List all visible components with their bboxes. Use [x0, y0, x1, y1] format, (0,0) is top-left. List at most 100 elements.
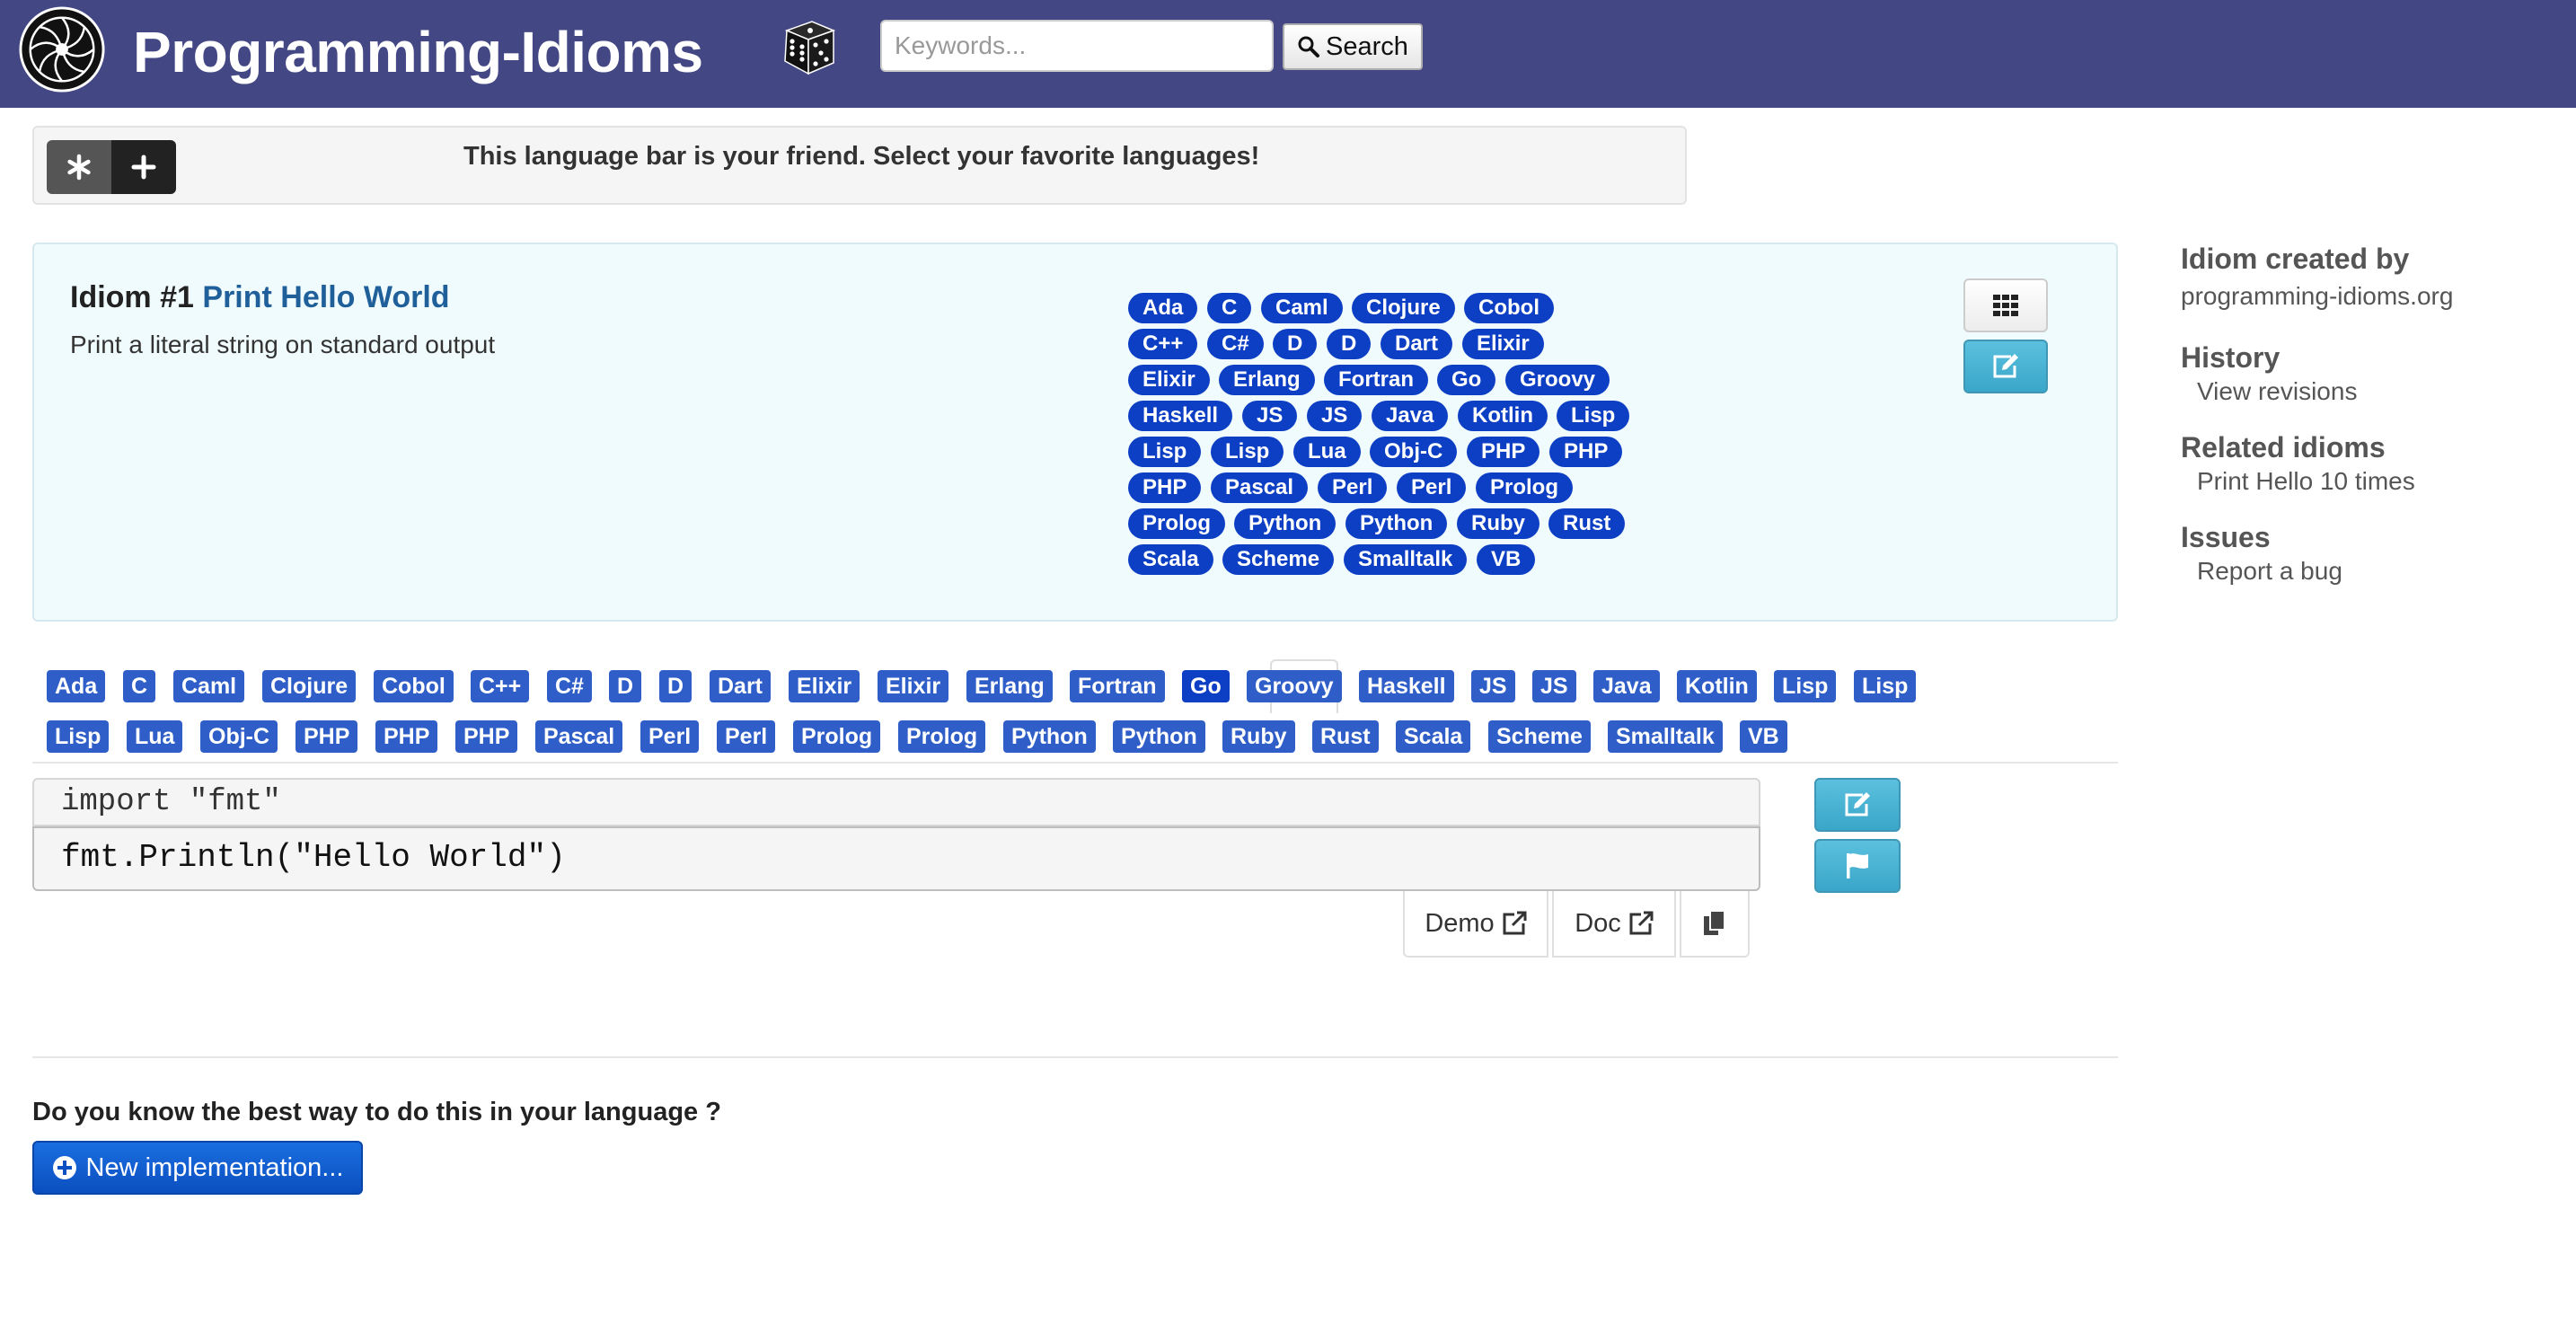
language-pill[interactable]: Perl — [1397, 472, 1467, 503]
language-tab[interactable]: Obj-C — [200, 720, 278, 753]
language-tab[interactable]: Caml — [173, 670, 245, 702]
language-tab[interactable]: Go — [1182, 670, 1230, 702]
language-pill[interactable]: Caml — [1261, 293, 1343, 323]
language-tab[interactable]: C++ — [471, 670, 530, 702]
language-pill[interactable]: Lisp — [1557, 401, 1630, 431]
language-pill[interactable]: Rust — [1548, 508, 1626, 539]
language-pill[interactable]: PHP — [1128, 472, 1202, 503]
language-pill[interactable]: Prolog — [1128, 508, 1225, 539]
language-tab[interactable]: C — [123, 670, 156, 702]
show-all-languages-button[interactable] — [47, 140, 111, 194]
view-revisions-link[interactable]: View revisions — [2197, 377, 2357, 406]
grid-view-button[interactable] — [1963, 278, 2048, 332]
language-tab[interactable]: Lisp — [1774, 670, 1837, 702]
demo-button[interactable]: Demo — [1403, 891, 1548, 958]
language-pill[interactable]: Pascal — [1211, 472, 1309, 503]
language-pill[interactable]: Ruby — [1457, 508, 1539, 539]
language-pill[interactable]: Scala — [1128, 544, 1213, 575]
language-tab[interactable]: PHP — [455, 720, 518, 753]
related-idiom-link[interactable]: Print Hello 10 times — [2197, 467, 2415, 496]
logo-icon[interactable] — [18, 5, 106, 93]
language-tab[interactable]: Lisp — [1854, 670, 1917, 702]
language-pill[interactable]: Dart — [1381, 329, 1453, 359]
language-pill[interactable]: Cobol — [1464, 293, 1554, 323]
language-pill[interactable]: Kotlin — [1458, 401, 1548, 431]
flag-implementation-button[interactable] — [1814, 839, 1901, 893]
language-pill[interactable]: Fortran — [1324, 365, 1428, 395]
edit-idiom-button[interactable] — [1963, 340, 2048, 393]
language-tab[interactable]: Perl — [640, 720, 700, 753]
add-language-button[interactable] — [111, 140, 176, 194]
language-pill[interactable]: Lisp — [1211, 437, 1284, 467]
language-tab[interactable]: Erlang — [966, 670, 1053, 702]
language-pill[interactable]: Elixir — [1128, 365, 1210, 395]
language-pill[interactable]: C — [1207, 293, 1252, 323]
idiom-title-link[interactable]: Print Hello World — [202, 280, 449, 314]
language-tab[interactable]: Dart — [710, 670, 772, 702]
search-button[interactable]: Search — [1283, 23, 1423, 70]
language-tab[interactable]: Rust — [1312, 720, 1379, 753]
language-tab[interactable]: Elixir — [878, 670, 949, 702]
dice-icon[interactable] — [778, 14, 841, 79]
language-pill[interactable]: Lua — [1293, 437, 1361, 467]
language-tab[interactable]: Cobol — [374, 670, 454, 702]
language-pill[interactable]: Python — [1234, 508, 1337, 539]
language-tab[interactable]: Fortran — [1070, 670, 1165, 702]
language-pill[interactable]: PHP — [1549, 437, 1623, 467]
language-pill[interactable]: Ada — [1128, 293, 1198, 323]
language-pill[interactable]: Obj-C — [1370, 437, 1458, 467]
language-pill[interactable]: JS — [1307, 401, 1363, 431]
language-pill[interactable]: Prolog — [1476, 472, 1573, 503]
doc-button[interactable]: Doc — [1552, 891, 1676, 958]
language-pill[interactable]: Python — [1345, 508, 1448, 539]
language-pill[interactable]: C# — [1207, 329, 1264, 359]
edit-implementation-button[interactable] — [1814, 778, 1901, 832]
copy-code-button[interactable] — [1680, 891, 1750, 958]
language-tab[interactable]: Python — [1003, 720, 1096, 753]
language-tab[interactable]: Prolog — [898, 720, 986, 753]
new-implementation-button[interactable]: New implementation... — [32, 1141, 363, 1195]
language-pill[interactable]: C++ — [1128, 329, 1198, 359]
language-tab[interactable]: JS — [1471, 670, 1515, 702]
language-pill[interactable]: Go — [1437, 365, 1496, 395]
language-tab[interactable]: PHP — [375, 720, 438, 753]
language-pill[interactable]: VB — [1477, 544, 1536, 575]
language-tab[interactable]: Pascal — [535, 720, 623, 753]
language-tab[interactable]: VB — [1740, 720, 1787, 753]
language-pill[interactable]: D — [1327, 329, 1372, 359]
language-tab[interactable]: D — [609, 670, 642, 702]
language-tab[interactable]: Ada — [47, 670, 106, 702]
language-pill[interactable]: Lisp — [1128, 437, 1202, 467]
language-pill[interactable]: Perl — [1318, 472, 1388, 503]
language-pill[interactable]: Elixir — [1462, 329, 1544, 359]
language-tab[interactable]: Scheme — [1488, 720, 1591, 753]
language-pill[interactable]: Smalltalk — [1344, 544, 1468, 575]
language-tab[interactable]: D — [659, 670, 693, 702]
search-input[interactable] — [880, 20, 1274, 72]
brand-title[interactable]: Programming-Idioms — [133, 18, 703, 86]
language-tab[interactable]: Scala — [1396, 720, 1471, 753]
language-pill[interactable]: Groovy — [1505, 365, 1610, 395]
language-tab[interactable]: Prolog — [793, 720, 881, 753]
language-tab[interactable]: JS — [1532, 670, 1576, 702]
language-tab[interactable]: Groovy — [1247, 670, 1342, 702]
language-tab[interactable]: Kotlin — [1677, 670, 1757, 702]
language-tab[interactable]: Ruby — [1222, 720, 1295, 753]
language-tab[interactable]: Elixir — [789, 670, 860, 702]
language-tab[interactable]: Perl — [717, 720, 776, 753]
language-tab[interactable]: Haskell — [1359, 670, 1454, 702]
language-pill[interactable]: Haskell — [1128, 401, 1233, 431]
language-tab[interactable]: C# — [547, 670, 592, 702]
report-bug-link[interactable]: Report a bug — [2197, 557, 2342, 586]
language-tab[interactable]: Smalltalk — [1608, 720, 1723, 753]
language-tab[interactable]: Java — [1593, 670, 1660, 702]
language-pill[interactable]: Java — [1372, 401, 1449, 431]
language-tab[interactable]: Lua — [127, 720, 183, 753]
language-tab[interactable]: Lisp — [47, 720, 110, 753]
language-pill[interactable]: Erlang — [1219, 365, 1315, 395]
language-tab[interactable]: Python — [1113, 720, 1205, 753]
language-pill[interactable]: PHP — [1467, 437, 1540, 467]
language-pill[interactable]: Scheme — [1222, 544, 1335, 575]
language-pill[interactable]: D — [1273, 329, 1318, 359]
language-tab[interactable]: Clojure — [262, 670, 357, 702]
